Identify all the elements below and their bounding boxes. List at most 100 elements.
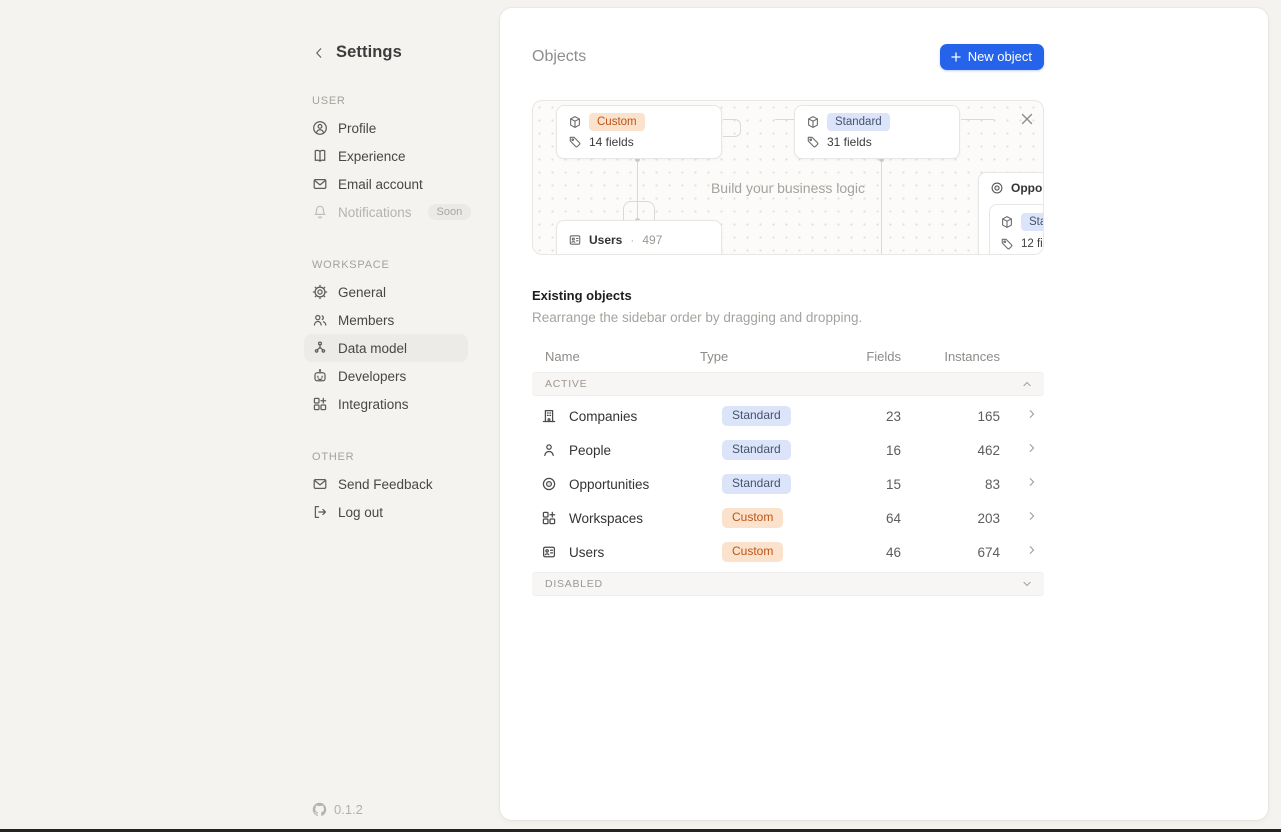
section-label: WORKSPACE: [304, 259, 468, 271]
existing-objects-table: Name Type Fields Instances ACTIVE Compan…: [532, 340, 1044, 596]
connector-line: [775, 119, 794, 120]
fields-count: 46: [830, 545, 901, 560]
table-row[interactable]: People Standard 16 462: [532, 433, 1044, 467]
object-name: Opportunities: [569, 477, 649, 492]
type-badge: Custom: [722, 508, 783, 528]
logout-icon: [312, 504, 328, 520]
settings-title: Settings: [336, 43, 402, 62]
sidebar-item[interactable]: Profile: [304, 114, 468, 142]
fields-count: 14 fields: [589, 135, 634, 149]
fields-count: 64: [830, 511, 901, 526]
object-name: People: [569, 443, 611, 458]
bell-icon: [312, 204, 328, 220]
sidebar-section-other: OTHER Send Feedback Log out: [304, 451, 468, 526]
sidebar-item[interactable]: General: [304, 278, 468, 306]
sidebar-item[interactable]: Notifications Soon: [304, 198, 468, 226]
table-row[interactable]: Users Custom 46 674: [532, 535, 1044, 569]
page-title: Objects: [532, 48, 586, 66]
plus-icon: [950, 51, 962, 63]
object-name: Users: [589, 233, 622, 247]
sidebar-item-label: Data model: [338, 341, 407, 356]
cube-icon: [806, 115, 820, 129]
existing-objects-heading: Existing objects: [532, 288, 1044, 303]
new-object-button[interactable]: New object: [940, 44, 1044, 70]
diagram-card-standard[interactable]: Standard 31 fields: [794, 105, 960, 159]
connector-line: [961, 119, 994, 120]
fields-count: 15: [830, 477, 901, 492]
github-icon: [312, 802, 327, 817]
back-button[interactable]: Settings: [304, 43, 468, 62]
active-group-bar[interactable]: ACTIVE: [532, 372, 1044, 396]
type-badge: Standard: [722, 474, 791, 494]
disabled-group-bar[interactable]: DISABLED: [532, 572, 1044, 596]
target-icon: [990, 181, 1004, 195]
soon-badge: Soon: [428, 204, 472, 220]
app-version[interactable]: 0.1.2: [312, 802, 363, 817]
connector-line: [723, 119, 741, 137]
instances-count: 165: [901, 409, 1000, 424]
diagram-card-opportunities-details: Standard 12 fields: [989, 204, 1044, 255]
fields-count: 23: [830, 409, 901, 424]
column-header-fields: Fields: [830, 349, 901, 364]
sidebar-item[interactable]: Integrations: [304, 390, 468, 418]
id-card-icon: [541, 544, 557, 560]
grid-plus-icon: [312, 396, 328, 412]
instances-count: 83: [901, 477, 1000, 492]
cube-icon: [568, 115, 582, 129]
table-header: Name Type Fields Instances: [532, 340, 1044, 372]
diagram-card-users[interactable]: Users · 497: [556, 220, 722, 255]
banner-hint: Build your business logic: [533, 180, 1043, 196]
object-name: Opportunities: [1011, 181, 1044, 195]
id-card-icon: [568, 233, 582, 247]
sidebar-item[interactable]: Experience: [304, 142, 468, 170]
sidebar-item-label: Members: [338, 313, 394, 328]
existing-objects-subheading: Rearrange the sidebar order by dragging …: [532, 310, 1044, 325]
sidebar-item[interactable]: Log out: [304, 498, 468, 526]
sidebar-item-label: Integrations: [338, 397, 409, 412]
sidebar-item[interactable]: Email account: [304, 170, 468, 198]
gear-icon: [312, 284, 328, 300]
chevron-right-icon[interactable]: [1025, 543, 1039, 557]
chevron-right-icon[interactable]: [1025, 441, 1039, 455]
column-header-instances: Instances: [901, 349, 1000, 364]
object-name: Workspaces: [569, 511, 643, 526]
connector-line: [881, 160, 882, 255]
chevron-right-icon[interactable]: [1025, 509, 1039, 523]
chevron-down-icon: [1020, 577, 1034, 591]
sidebar-item-label: Email account: [338, 177, 423, 192]
object-name: Users: [569, 545, 604, 560]
type-badge: Standard: [722, 440, 791, 460]
version-number: 0.1.2: [334, 802, 363, 817]
fields-count: 31 fields: [827, 135, 872, 149]
instances-count: 462: [901, 443, 1000, 458]
building-icon: [541, 408, 557, 424]
sidebar-item[interactable]: Members: [304, 306, 468, 334]
instances-count: 203: [901, 511, 1000, 526]
main-panel: Objects New object Custom: [500, 8, 1268, 820]
settings-sidebar: Settings USER Profile Experience: [304, 0, 468, 832]
chevron-right-icon[interactable]: [1025, 475, 1039, 489]
user-circle-icon: [312, 120, 328, 136]
sidebar-item-label: Log out: [338, 505, 383, 520]
close-icon[interactable]: [1018, 110, 1036, 128]
sidebar-item[interactable]: Send Feedback: [304, 470, 468, 498]
instance-count: 497: [642, 233, 662, 247]
chevron-right-icon[interactable]: [1025, 407, 1039, 421]
object-name: Companies: [569, 409, 637, 424]
type-badge: Standard: [1021, 213, 1044, 231]
objects-banner: Custom 14 fields Standard 31 fields Buil…: [532, 100, 1044, 255]
sidebar-item[interactable]: Data model: [304, 334, 468, 362]
mail-icon: [312, 176, 328, 192]
grid-plus-icon: [541, 510, 557, 526]
table-row[interactable]: Companies Standard 23 165: [532, 399, 1044, 433]
chevron-left-icon: [312, 46, 326, 60]
sidebar-item[interactable]: Developers: [304, 362, 468, 390]
sidebar-item-label: Profile: [338, 121, 376, 136]
fields-count: 12 fields: [1021, 238, 1044, 250]
diagram-card-opportunities[interactable]: Opportunities Standard 12 fields: [978, 172, 1044, 255]
table-row[interactable]: Workspaces Custom 64 203: [532, 501, 1044, 535]
diagram-card-custom[interactable]: Custom 14 fields: [556, 105, 722, 159]
sidebar-item-label: Notifications: [338, 205, 412, 220]
table-row[interactable]: Opportunities Standard 15 83: [532, 467, 1044, 501]
fields-count: 16: [830, 443, 901, 458]
